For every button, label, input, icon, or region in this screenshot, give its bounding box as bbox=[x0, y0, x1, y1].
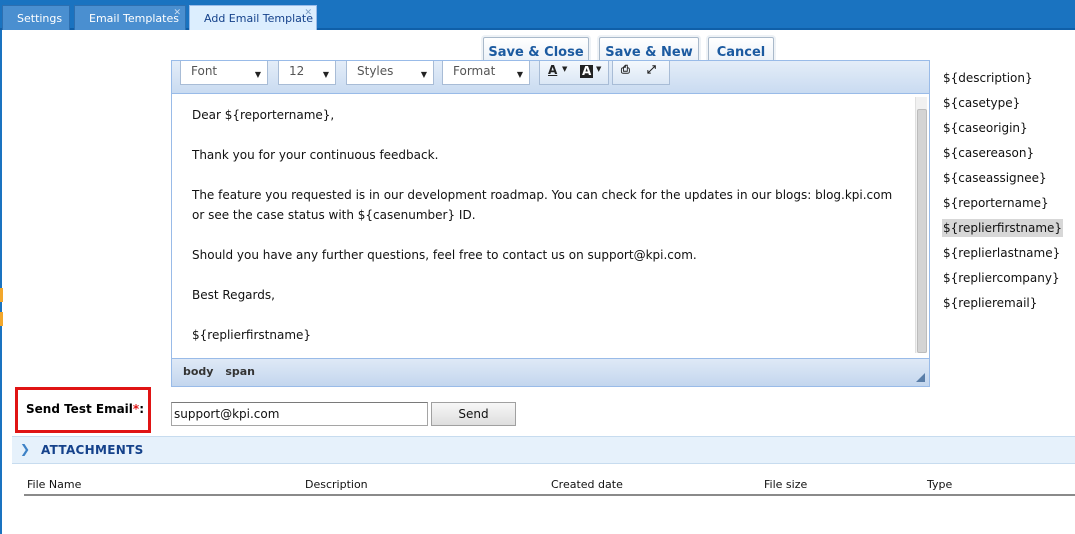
resize-handle-icon[interactable] bbox=[916, 373, 925, 382]
column-header-description[interactable]: Description bbox=[305, 478, 368, 491]
column-header-file-size[interactable]: File size bbox=[764, 478, 807, 491]
show-blocks-icon[interactable]: ⎙ bbox=[621, 63, 630, 77]
dropdown-arrow-icon: ▼ bbox=[562, 65, 568, 73]
element-path-bar: body span bbox=[172, 358, 929, 386]
tab-email-templates[interactable]: Email Templates ✕ bbox=[74, 5, 186, 30]
view-tools-group: ⎙ ⤢ bbox=[612, 61, 670, 85]
close-icon[interactable]: ✕ bbox=[173, 7, 181, 19]
send-button[interactable]: Send bbox=[431, 402, 516, 426]
column-header-file-name[interactable]: File Name bbox=[27, 478, 81, 491]
placeholder-item[interactable]: ${reportername} bbox=[942, 191, 1067, 216]
text-color-icon[interactable]: A bbox=[548, 63, 557, 77]
email-line: Dear ${reportername}, bbox=[192, 108, 335, 122]
tab-add-email-template[interactable]: Add Email Template ✕ bbox=[189, 5, 317, 30]
background-color-icon[interactable]: A bbox=[580, 65, 594, 78]
email-line: Best Regards, bbox=[192, 288, 275, 302]
styles-select-value: Styles bbox=[357, 64, 394, 78]
editor-content[interactable]: Dear ${reportername}, Thank you for your… bbox=[172, 95, 915, 356]
dropdown-arrow-icon: ▼ bbox=[322, 70, 329, 79]
styles-select[interactable]: Styles ▼ bbox=[346, 61, 434, 85]
maximize-icon[interactable]: ⤢ bbox=[647, 63, 656, 77]
path-item-body[interactable]: body bbox=[183, 365, 213, 378]
test-email-input[interactable] bbox=[171, 402, 428, 426]
placeholder-item[interactable]: ${casereason} bbox=[942, 141, 1067, 166]
email-line: Thank you for your continuous feedback. bbox=[192, 148, 439, 162]
attachments-grid-header: File Name Description Created date File … bbox=[24, 476, 1075, 496]
placeholder-item-selected[interactable]: ${replierfirstname} bbox=[942, 216, 1067, 241]
placeholder-item[interactable]: ${caseorigin} bbox=[942, 116, 1067, 141]
column-header-type[interactable]: Type bbox=[927, 478, 952, 491]
left-edge-bar bbox=[0, 30, 2, 534]
tab-label: Email Templates bbox=[89, 12, 179, 25]
placeholder-item[interactable]: ${description} bbox=[942, 66, 1067, 91]
tab-settings[interactable]: Settings bbox=[2, 5, 70, 30]
email-line: ${replierfirstname} bbox=[192, 328, 312, 342]
format-select-value: Format bbox=[453, 64, 496, 78]
font-size-value: 12 bbox=[289, 64, 305, 78]
font-size-select[interactable]: 12 ▼ bbox=[278, 61, 336, 85]
email-line: or see the case status with ${casenumber… bbox=[192, 208, 476, 222]
font-select-value: Font bbox=[191, 64, 218, 78]
email-line: Should you have any further questions, f… bbox=[192, 248, 697, 262]
placeholder-item[interactable]: ${replierlastname} bbox=[942, 241, 1067, 266]
tab-label: Settings bbox=[17, 12, 63, 25]
scrollbar-thumb[interactable] bbox=[917, 109, 927, 353]
color-tools-group: A ▼ A ▼ bbox=[539, 61, 609, 85]
dropdown-arrow-icon: ▼ bbox=[596, 65, 602, 73]
close-icon[interactable]: ✕ bbox=[304, 7, 312, 19]
path-item-span[interactable]: span bbox=[225, 365, 255, 378]
tab-label: Add Email Template bbox=[204, 12, 314, 25]
left-accent-marker bbox=[0, 288, 3, 302]
dropdown-arrow-icon: ▼ bbox=[420, 70, 427, 79]
placeholder-item[interactable]: ${replieremail} bbox=[942, 291, 1067, 316]
send-test-email-highlight: Send Test Email*: bbox=[15, 387, 151, 433]
attachments-header[interactable]: ❯ ATTACHMENTS bbox=[12, 436, 1075, 464]
placeholder-item[interactable]: ${casetype} bbox=[942, 91, 1067, 116]
dropdown-arrow-icon: ▼ bbox=[516, 70, 523, 79]
send-test-email-label: Send Test Email*: bbox=[26, 402, 144, 416]
font-select[interactable]: Font ▼ bbox=[180, 61, 268, 85]
tab-bar: Settings Email Templates ✕ Add Email Tem… bbox=[0, 0, 1075, 30]
placeholder-list: ${description} ${casetype} ${caseorigin}… bbox=[942, 66, 1067, 316]
editor-toolbar: Font ▼ 12 ▼ Styles ▼ Format ▼ A ▼ A ▼ ⎙ … bbox=[172, 61, 929, 94]
placeholder-item[interactable]: ${repliercompany} bbox=[942, 266, 1067, 291]
dropdown-arrow-icon: ▼ bbox=[254, 70, 261, 79]
rich-text-editor: Font ▼ 12 ▼ Styles ▼ Format ▼ A ▼ A ▼ ⎙ … bbox=[171, 60, 930, 387]
editor-scrollbar[interactable] bbox=[915, 97, 927, 353]
column-header-created-date[interactable]: Created date bbox=[551, 478, 623, 491]
left-accent-marker bbox=[0, 312, 3, 326]
format-select[interactable]: Format ▼ bbox=[442, 61, 530, 85]
email-line: The feature you requested is in our deve… bbox=[192, 188, 893, 202]
chevron-down-icon[interactable]: ❯ bbox=[20, 442, 30, 456]
attachments-title: ATTACHMENTS bbox=[41, 443, 144, 457]
placeholder-item[interactable]: ${caseassignee} bbox=[942, 166, 1067, 191]
